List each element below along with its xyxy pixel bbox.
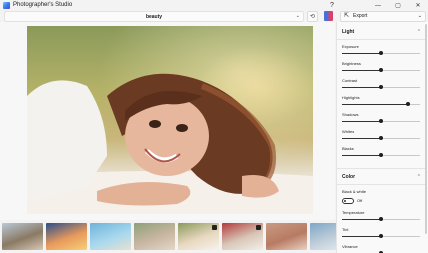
- panel-scrollbar[interactable]: [425, 24, 427, 234]
- slider-fill: [342, 87, 381, 88]
- close-button[interactable]: ✕: [408, 0, 428, 11]
- edited-badge-icon: [256, 225, 261, 230]
- slider-fill: [342, 219, 381, 220]
- chevron-up-icon: ⌃: [416, 174, 421, 180]
- export-label: Export: [353, 13, 368, 19]
- thumb-sunset-sea[interactable]: [46, 223, 87, 250]
- help-icon[interactable]: ?: [322, 0, 342, 11]
- edited-badge-icon: [212, 225, 217, 230]
- light-slider-brightness[interactable]: [342, 68, 420, 72]
- color-section-title: Color: [342, 174, 356, 180]
- light-slider-blacks[interactable]: [342, 153, 420, 157]
- toggle-knob: [344, 200, 346, 202]
- color-slider-temperature[interactable]: [342, 217, 420, 221]
- color-section-header[interactable]: Color ⌃: [337, 170, 427, 184]
- slider-thumb[interactable]: [379, 68, 383, 72]
- light-slider-label-blacks: Blacks: [342, 146, 354, 151]
- slider-fill: [342, 155, 381, 156]
- history-button[interactable]: ⟲: [307, 11, 318, 22]
- slider-fill: [342, 121, 381, 122]
- export-button[interactable]: ⇱ Export ⌄: [340, 11, 426, 22]
- maximize-button[interactable]: ▢: [388, 0, 408, 11]
- color-slider-label-vibrance: Vibrance: [342, 244, 358, 249]
- filename-label: beauty: [145, 14, 163, 20]
- light-slider-highlights[interactable]: [342, 102, 420, 106]
- slider-thumb[interactable]: [379, 217, 383, 221]
- minimize-button[interactable]: —: [368, 0, 388, 11]
- thumb-woman-field[interactable]: [2, 223, 43, 250]
- light-slider-label-contrast: Contrast: [342, 78, 358, 83]
- thumb-flowers-woman[interactable]: [134, 223, 175, 250]
- bw-toggle-state: Off: [357, 198, 363, 203]
- color-slider-label-temperature: Temperature: [342, 210, 365, 215]
- main-photo[interactable]: [27, 26, 313, 214]
- slider-thumb[interactable]: [379, 136, 383, 140]
- app-title: Photographer's Studio: [13, 2, 73, 8]
- light-slider-label-shadows: Shadows: [342, 112, 359, 117]
- light-slider-exposure[interactable]: [342, 51, 420, 55]
- light-slider-whites[interactable]: [342, 136, 420, 140]
- bw-toggle[interactable]: [342, 198, 354, 204]
- photo-canvas[interactable]: [0, 22, 335, 220]
- thumb-beach-palm[interactable]: [90, 223, 131, 250]
- slider-thumb[interactable]: [379, 119, 383, 123]
- adjustments-panel: Light ⌃ Exposure Brightness Contrast Highli…: [336, 22, 428, 253]
- slider-fill: [342, 70, 381, 71]
- bw-label: Black & white: [342, 189, 367, 194]
- light-slider-label-exposure: Exposure: [342, 44, 359, 49]
- slider-thumb[interactable]: [379, 51, 383, 55]
- slider-fill: [342, 236, 381, 237]
- slider-thumb[interactable]: [379, 153, 383, 157]
- light-slider-contrast[interactable]: [342, 85, 420, 89]
- color-slider-label-tint: Tint: [342, 227, 349, 232]
- thumb-portrait-red[interactable]: [222, 223, 263, 250]
- chevron-down-icon: ⌄: [417, 13, 422, 19]
- chevron-down-icon: ⌄: [295, 13, 300, 19]
- title-bar: Photographer's Studio ? — ▢ ✕: [0, 0, 428, 11]
- filename-dropdown[interactable]: beauty ⌄: [4, 11, 304, 22]
- chevron-up-icon: ⌃: [416, 29, 421, 35]
- divider: [337, 184, 427, 185]
- light-slider-label-highlights: Highlights: [342, 95, 360, 100]
- thumb-beauty-selected[interactable]: [178, 223, 219, 250]
- export-icon: ⇱: [344, 13, 350, 19]
- compare-icon[interactable]: [324, 11, 333, 21]
- history-icon: ⟲: [309, 14, 316, 20]
- light-section-title: Light: [342, 29, 355, 35]
- light-slider-shadows[interactable]: [342, 119, 420, 123]
- filmstrip: [0, 220, 351, 253]
- light-slider-label-whites: Whites: [342, 129, 355, 134]
- portrait-illustration: [27, 26, 313, 214]
- color-slider-tint[interactable]: [342, 234, 420, 238]
- slider-fill: [342, 138, 381, 139]
- slider-fill: [342, 104, 409, 105]
- light-section-header[interactable]: Light ⌃: [337, 25, 427, 39]
- slider-thumb[interactable]: [406, 102, 411, 106]
- thumb-woman-hat[interactable]: [266, 223, 307, 250]
- divider: [337, 39, 427, 40]
- light-slider-label-brightness: Brightness: [342, 61, 361, 66]
- app-logo-icon: [3, 2, 10, 9]
- slider-thumb[interactable]: [379, 234, 383, 238]
- slider-thumb[interactable]: [379, 85, 383, 89]
- divider: [337, 168, 427, 169]
- slider-fill: [342, 53, 381, 54]
